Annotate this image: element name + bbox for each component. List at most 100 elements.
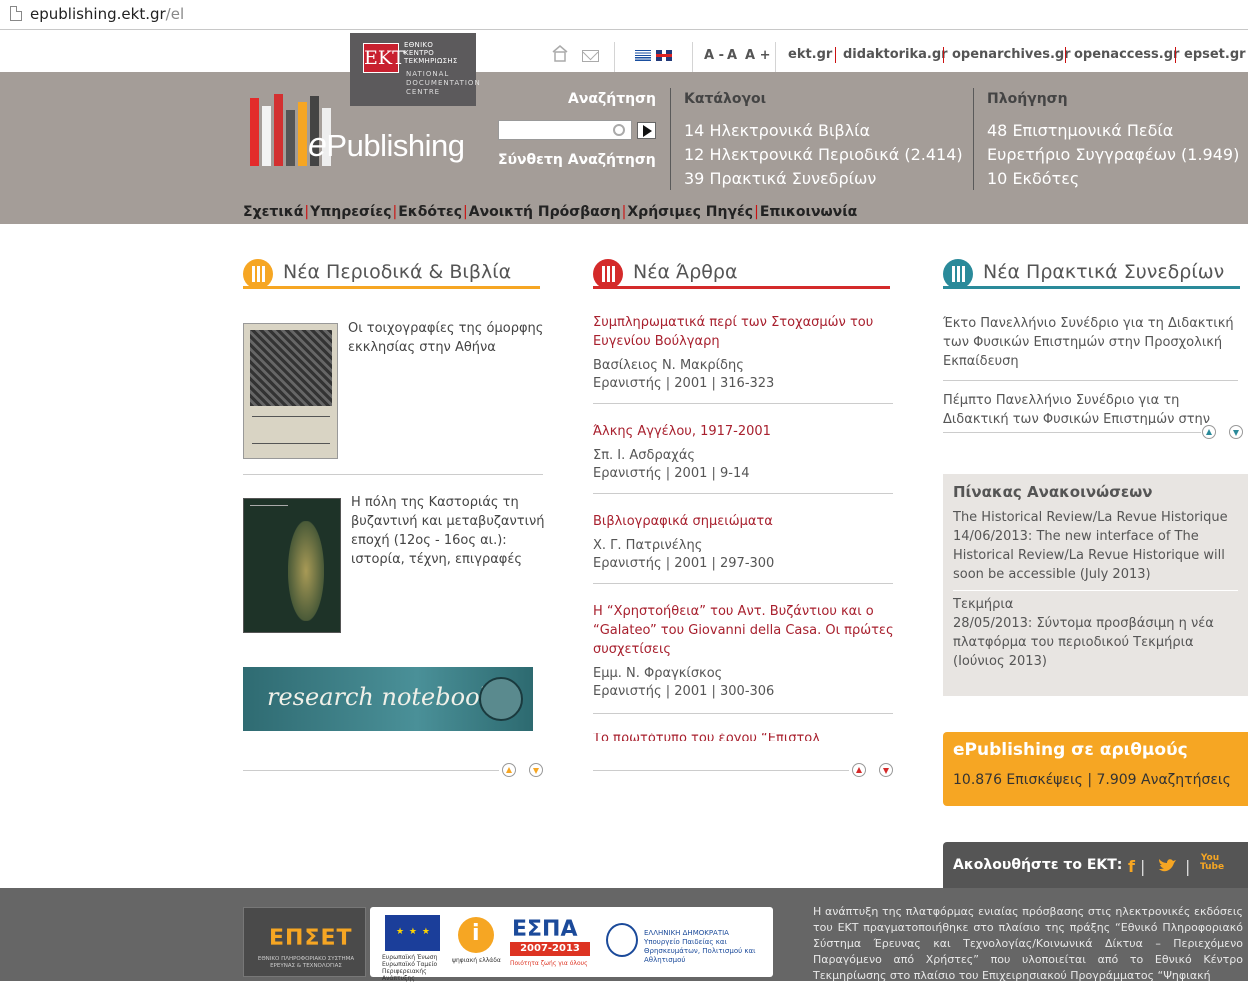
logo-book [298, 102, 307, 166]
digital-greece-logo [458, 917, 494, 953]
conference-link[interactable]: Πέμπτο Πανελλήνιο Συνέδριο για τη Διδακτ… [943, 391, 1238, 425]
stats-title: ePublishing σε αριθμούς [953, 740, 1188, 760]
scroll-down-icon[interactable] [879, 763, 893, 777]
separator [943, 432, 1201, 433]
page-icon [10, 6, 22, 21]
logo-wordmark: ePublishing [308, 126, 465, 164]
article-meta: Ερανιστής | 2001 | 297-300 [593, 556, 775, 571]
books-section-heading: Νέα Περιοδικά & Βιβλία [243, 255, 540, 289]
font-normal-button[interactable]: A [727, 48, 737, 63]
twitter-icon[interactable] [1157, 857, 1177, 875]
greek-republic-seal-icon [606, 923, 638, 957]
announcement-text: 28/05/2013: Σύντομα προσβάσιμη η νέα πλα… [953, 616, 1214, 669]
separator [593, 403, 893, 404]
scroll-down-icon[interactable] [1229, 425, 1243, 439]
article-author: Σπ. Ι. Ασδραχάς [593, 448, 696, 463]
logo-book [286, 110, 295, 166]
book-cover[interactable] [243, 323, 338, 459]
articles-section-heading: Νέα Άρθρα [593, 255, 890, 289]
articles-icon [593, 259, 623, 289]
scroll-up-icon[interactable] [852, 763, 866, 777]
espa-logo: ΕΣΠΑ [512, 917, 578, 942]
column-divider [973, 88, 974, 190]
separator [835, 47, 836, 63]
divider [614, 42, 615, 72]
research-notebooks-banner[interactable]: research notebooks [243, 667, 533, 731]
nav-services[interactable]: Υπηρεσίες [310, 204, 391, 220]
article-author: Βασίλειος Ν. Μακρίδης [593, 358, 744, 373]
separator [943, 380, 1238, 381]
epublishing-logo[interactable]: ePublishing [246, 88, 478, 166]
separator [593, 770, 849, 771]
catalog-ejournals[interactable]: 12 Ηλεκτρονικά Περιοδικά (2.414) [684, 145, 963, 164]
nav-publishers-menu[interactable]: Εκδότες [398, 204, 462, 220]
article-meta: Ερανιστής | 2001 | 300-306 [593, 684, 775, 699]
scroll-up-icon[interactable] [1202, 425, 1216, 439]
stats-text: 10.876 Επισκέψεις | 7.909 Αναζητήσεις [953, 772, 1231, 788]
search-clear-icon[interactable] [613, 124, 625, 136]
link-didaktorika[interactable]: didaktorika.gr [843, 47, 948, 62]
separator [243, 770, 499, 771]
home-icon[interactable] [552, 44, 568, 62]
separator [593, 583, 893, 584]
article-title-link[interactable]: Το πρωτότυπο του έργου “Επιστολ [593, 733, 893, 741]
nav-useful-sources[interactable]: Χρήσιμες Πηγές [627, 204, 753, 220]
nav-publishers[interactable]: 10 Εκδότες [987, 169, 1079, 188]
search-label: Αναζήτηση [568, 91, 656, 107]
nav-scientific-fields[interactable]: 48 Επιστημονικά Πεδία [987, 121, 1173, 140]
stats-panel: ePublishing σε αριθμούς 10.876 Επισκέψει… [943, 732, 1248, 806]
link-openarchives[interactable]: openarchives.gr [952, 47, 1071, 62]
scroll-down-icon[interactable] [529, 763, 543, 777]
article-meta: Ερανιστής | 2001 | 316-323 [593, 376, 775, 391]
search-input[interactable] [498, 120, 632, 140]
search-submit-button[interactable] [637, 122, 656, 139]
nav-author-index[interactable]: Ευρετήριο Συγγραφέων (1.949) [987, 145, 1239, 164]
conference-link[interactable]: Έκτο Πανελλήνιο Συνέδριο για τη Διδακτικ… [943, 314, 1238, 371]
book-cover[interactable] [243, 498, 341, 633]
article-title-link[interactable]: Άλκης Αγγέλου, 1917-2001 [593, 422, 898, 441]
link-ekt[interactable]: ekt.gr [788, 47, 832, 62]
browser-address-bar[interactable]: epublishing.ekt.gr/el [0, 0, 1248, 30]
announcements-panel: Πίνακας Ανακοινώσεων The Historical Revi… [943, 474, 1248, 696]
follow-bar: Ακολουθήστε το ΕΚΤ: f | | You Tube [943, 842, 1248, 888]
article-title-link[interactable]: Η “Χρηστοήθεια” του Αντ. Βυζάντιου και ο… [593, 602, 898, 659]
footer-text: Η ανάπτυξη της πλατφόρμας ενιαίας πρόσβα… [813, 905, 1243, 982]
scroll-up-icon[interactable] [502, 763, 516, 777]
nav-open-access[interactable]: Ανοικτή Πρόσβαση [469, 204, 621, 220]
catalogs-heading: Κατάλογοι [684, 91, 767, 107]
link-epset[interactable]: epset.gr [1184, 47, 1246, 62]
separator [1065, 47, 1066, 63]
main-navigation: Σχετικά|Υπηρεσίες|Εκδότες|Ανοικτή Πρόσβα… [243, 204, 858, 220]
navigation-heading: Πλοήγηση [987, 91, 1068, 107]
logo-book [274, 94, 283, 166]
nav-about[interactable]: Σχετικά [243, 204, 303, 220]
epset-logo[interactable]: ΕΠΣΕΤ ΕΘΝΙΚΟ ΠΛΗΡΟΦΟΡΙΑΚΟ ΣΥΣΤΗΜΑ ΕΡΕΥΝΑ… [243, 907, 366, 977]
announcement-text: 14/06/2013: The new interface of The His… [953, 529, 1225, 582]
announcement-source[interactable]: The Historical Review/La Revue Historiqu… [953, 508, 1243, 527]
seal-icon [479, 677, 523, 721]
link-openaccess[interactable]: openaccess.gr [1074, 47, 1179, 62]
catalog-proceedings[interactable]: 39 Πρακτικά Συνεδρίων [684, 169, 876, 188]
mail-icon[interactable] [582, 50, 599, 62]
advanced-search-link[interactable]: Σύνθετη Αναζήτηση [498, 152, 656, 168]
nav-contact[interactable]: Επικοινωνία [760, 204, 857, 220]
article-title-link[interactable]: Βιβλιογραφικά σημειώματα [593, 512, 898, 531]
youtube-icon[interactable]: You Tube [1200, 854, 1224, 872]
url-text[interactable]: epublishing.ekt.gr/el [30, 5, 184, 23]
greek-flag-icon[interactable] [635, 50, 651, 61]
announcement-source[interactable]: Τεκμήρια [953, 595, 1243, 614]
facebook-icon[interactable]: f [1128, 857, 1135, 876]
book-title-link[interactable]: Οι τοιχογραφίες της όμορφης εκκλησίας στ… [348, 319, 548, 357]
sponsors-banner: Ευρωπαϊκή Ένωση Ευρωπαϊκό Ταμείο Περιφερ… [370, 907, 773, 982]
announcements-title: Πίνακας Ανακοινώσεων [953, 483, 1153, 501]
books-icon [243, 259, 273, 289]
article-title-link[interactable]: Συμπληρωματικά περί των Στοχασμών του Ευ… [593, 313, 898, 351]
book-title-link[interactable]: Η πόλη της Καστοριάς τη βυζαντινή και με… [351, 493, 546, 569]
eu-flag-icon [385, 915, 440, 951]
font-increase-button[interactable]: A + [745, 48, 770, 63]
logo-book [250, 98, 259, 166]
uk-flag-icon[interactable] [656, 50, 672, 61]
font-decrease-button[interactable]: A - [704, 48, 724, 63]
catalog-ebooks[interactable]: 14 Ηλεκτρονικά Βιβλία [684, 121, 870, 140]
follow-label: Ακολουθήστε το ΕΚΤ: [953, 857, 1123, 873]
